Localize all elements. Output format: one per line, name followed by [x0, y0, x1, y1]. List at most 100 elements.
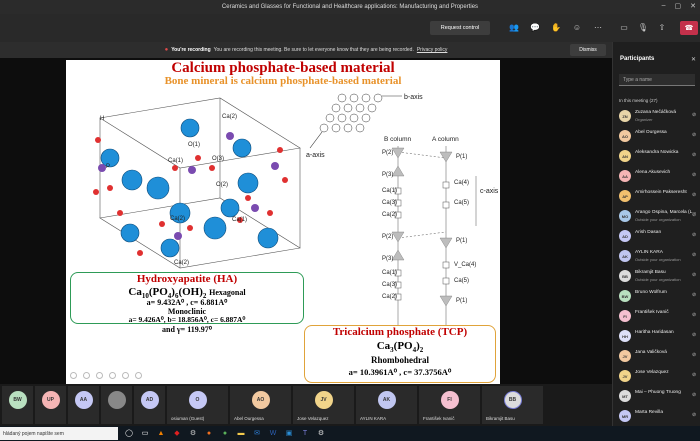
video-tile[interactable]: UP: [35, 386, 66, 424]
video-tile[interactable]: JV Jose Velazquez: [293, 386, 354, 424]
video-tile[interactable]: AA: [68, 386, 99, 424]
a-col-vca4: V_Ca(4): [454, 262, 477, 268]
more-icon[interactable]: ⋯: [592, 21, 604, 33]
task-view-icon[interactable]: ▭: [140, 428, 150, 438]
tile-name: osiuman (Guest): [171, 416, 205, 421]
chrome-icon[interactable]: ●: [220, 428, 230, 438]
mic-muted-icon: ⊘: [692, 352, 697, 358]
meeting-toolbar: Request control 👥 💬 ✋ ☺ ⋯ ▭ 🎙 ⇧ ☎: [0, 14, 700, 42]
outlook-icon[interactable]: ▣: [284, 428, 294, 438]
mic-icon[interactable]: 🎙: [637, 21, 649, 33]
close-icon[interactable]: ✕: [690, 2, 696, 10]
minimize-icon[interactable]: –: [662, 2, 666, 10]
c-axis-label: c-axis: [480, 188, 499, 195]
participant-item[interactable]: AP Amirhossein Pakseresht ⊘: [613, 186, 700, 206]
video-tile[interactable]: [101, 386, 132, 424]
chat-icon[interactable]: 💬: [529, 21, 541, 33]
b-column-label: B column: [384, 136, 412, 143]
participant-item[interactable]: AN Aleksandra Nowicka ⊘: [613, 146, 700, 166]
windows-start-icon[interactable]: ◯: [124, 428, 134, 438]
participant-item[interactable]: BW Bruno Wolfrum ⊘: [613, 286, 700, 306]
mic-muted-icon: ⊘: [692, 392, 697, 398]
participant-item[interactable]: AA Alena Akusevich ⊘: [613, 166, 700, 186]
meeting-tools: 👥 💬 ✋ ☺ ⋯: [508, 21, 604, 33]
tcp-title: Tricalcium phosphate (TCP): [332, 326, 468, 338]
participant-search-input[interactable]: Type a name: [619, 74, 695, 86]
slide-grid-icon[interactable]: [122, 372, 129, 379]
avatar: BW: [8, 391, 27, 409]
avatar: AK: [377, 391, 396, 409]
close-panel-icon[interactable]: ✕: [691, 56, 696, 63]
acrobat-icon[interactable]: ◆: [172, 428, 182, 438]
word-icon[interactable]: W: [268, 428, 278, 438]
slide-next-icon[interactable]: [83, 372, 90, 379]
privacy-policy-link[interactable]: Privacy policy: [417, 47, 448, 53]
participant-item[interactable]: BB Bikramjit Basu Outside your organizatio…: [613, 266, 700, 286]
dismiss-button[interactable]: Dismiss: [570, 44, 606, 56]
settings-icon[interactable]: ⚙: [188, 428, 198, 438]
ha-system-hex: Hexagonal: [209, 288, 246, 297]
share-icon[interactable]: ⇧: [656, 21, 668, 33]
participant-name: Arango Ospina, Marcela (L...: [635, 210, 697, 215]
mic-muted-icon: ⊘: [692, 172, 697, 178]
label-ca1-b: Ca(1): [232, 217, 248, 223]
raise-hand-icon[interactable]: ✋: [550, 21, 562, 33]
teams-icon[interactable]: T: [300, 428, 310, 438]
avatar: BW: [619, 290, 631, 302]
participant-item[interactable]: MO Arango Ospina, Marcela (L... Outside yo…: [613, 206, 700, 226]
slide-subtitle: Bone mineral is calcium phosphate-based …: [164, 75, 402, 87]
participant-item[interactable]: MT Mai – Phuong Truong ⊘: [613, 386, 700, 406]
file-explorer-icon[interactable]: ▬: [236, 428, 246, 438]
avatar: ZN: [619, 110, 631, 122]
video-tile[interactable]: Oosiuman (Guest): [167, 386, 228, 424]
mail-icon[interactable]: ✉: [252, 428, 262, 438]
in-meeting-header[interactable]: In this meeting (27): [619, 98, 658, 103]
participant-name: Haritha Haridasan: [635, 330, 674, 335]
slide-prev-icon[interactable]: [70, 372, 77, 379]
participant-item[interactable]: ZN Zuzana Nečáčková Organizer ⊘: [613, 106, 700, 126]
ha-title: Hydroxyapatite (HA): [136, 273, 238, 285]
firefox-icon[interactable]: ●: [204, 428, 214, 438]
video-tile[interactable]: BB Bikramjit Basu: [482, 386, 543, 424]
participant-item[interactable]: JV Jana Valičková ⊘: [613, 346, 700, 366]
participant-subtitle: Organizer: [635, 117, 653, 122]
video-tile[interactable]: FI František Ivanič: [419, 386, 480, 424]
camera-icon[interactable]: ▭: [618, 21, 630, 33]
video-tile[interactable]: AD: [134, 386, 165, 424]
b-col-p3-b: P(3): [382, 256, 394, 262]
a-col-ca5-a: Ca(5): [454, 200, 470, 206]
slide-pen-icon[interactable]: [96, 372, 103, 379]
mic-muted-icon: ⊘: [692, 372, 697, 378]
video-tile[interactable]: BW: [2, 386, 33, 424]
participant-item[interactable]: AD Arish Dasan ⊘: [613, 226, 700, 246]
participant-item[interactable]: AO Abel Ourgessa ⊘: [613, 126, 700, 146]
video-tile[interactable]: AK AYLIN KARA: [356, 386, 417, 424]
participant-item[interactable]: JV Jose Velazquez ⊘: [613, 366, 700, 386]
request-control-button[interactable]: Request control: [430, 21, 490, 35]
participant-item[interactable]: MR Marta Revilla ⊘: [613, 406, 700, 426]
maximize-icon[interactable]: ▢: [675, 2, 682, 10]
label-h: H: [100, 116, 105, 122]
taskbar-search-input[interactable]: hládaný pojem napište sem: [0, 427, 118, 440]
b-col-ca2-a: Ca(2): [382, 212, 398, 218]
mic-muted-icon: ⊘: [692, 212, 697, 218]
participant-item[interactable]: AK AYLIN KARA Outside your organization ⊘: [613, 246, 700, 266]
gear-icon[interactable]: ⚙: [316, 428, 326, 438]
video-tile[interactable]: AO Abel Ourgessa: [230, 386, 291, 424]
teams-window: Ceramics and Glasses for Functional and …: [0, 0, 700, 441]
people-icon[interactable]: 👥: [508, 21, 520, 33]
a-column-label: A column: [432, 136, 459, 143]
reactions-icon[interactable]: ☺: [571, 21, 583, 33]
leave-button[interactable]: ☎: [680, 21, 698, 35]
participant-name: Amirhossein Pakseresht: [635, 190, 687, 195]
slide-zoom-icon[interactable]: [109, 372, 116, 379]
participant-name: Arish Dasan: [635, 230, 662, 235]
vlc-icon[interactable]: ▲: [156, 428, 166, 438]
slide-more-icon[interactable]: [135, 372, 142, 379]
participant-item[interactable]: FI František Ivanič ⊘: [613, 306, 700, 326]
participant-name: Mai – Phuong Truong: [635, 390, 681, 395]
recording-banner: ● You're recording You are recording thi…: [0, 42, 612, 58]
participant-item[interactable]: HH Haritha Haridasan ⊘: [613, 326, 700, 346]
b-col-ca3-a: Ca(3): [382, 200, 398, 206]
window-controls: – ▢ ✕: [662, 2, 696, 10]
